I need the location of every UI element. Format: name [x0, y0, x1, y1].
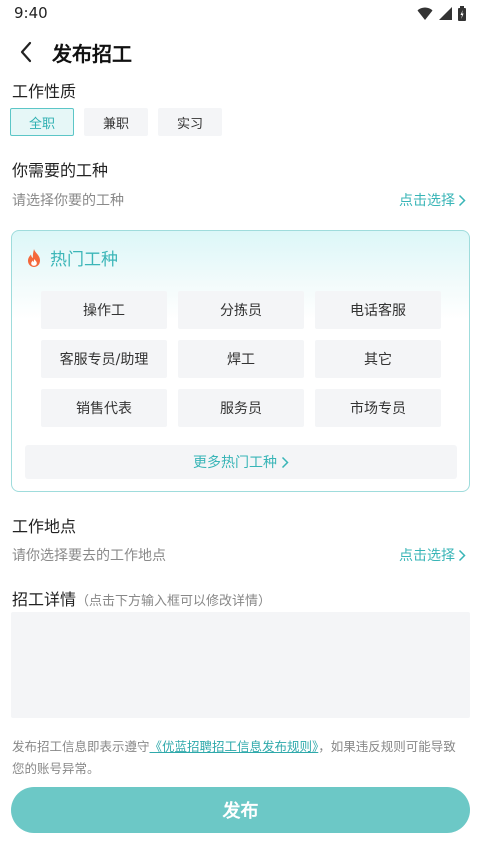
hot-job-chip[interactable]: 客服专员/助理	[41, 340, 167, 378]
more-hot-jobs-label: 更多热门工种	[193, 455, 277, 471]
location-hint: 请你选择要去的工作地点	[12, 548, 166, 564]
agreement-text: 发布招工信息即表示遵守《优蓝招聘招工信息发布规则》，如果违反规则可能导致您的账号…	[12, 736, 468, 780]
fire-icon	[28, 248, 40, 267]
location-pick-link[interactable]: 点击选择	[399, 545, 466, 565]
work-type-fulltime-tab[interactable]: 全职	[10, 108, 74, 136]
hot-job-chip[interactable]: 分拣员	[178, 291, 304, 329]
job-kind-pick-link[interactable]: 点击选择	[399, 190, 466, 210]
details-input[interactable]	[11, 612, 470, 718]
back-button[interactable]	[12, 38, 40, 66]
job-kind-title: 你需要的工种	[12, 161, 109, 180]
status-icons	[417, 6, 466, 21]
chevron-right-icon	[458, 549, 466, 561]
status-time: 9:40	[14, 4, 48, 22]
hot-jobs-grid: 操作工 分拣员 电话客服 客服专员/助理 焊工 其它 销售代表 服务员 市场专员	[41, 291, 441, 427]
hot-job-chip[interactable]: 电话客服	[315, 291, 441, 329]
hot-job-chip[interactable]: 焊工	[178, 340, 304, 378]
hot-jobs-title: 热门工种	[50, 250, 118, 270]
job-kind-pick-label: 点击选择	[399, 193, 455, 209]
chevron-right-icon	[458, 194, 466, 206]
details-header: 招工详情 （点击下方输入框可以修改详情）	[12, 586, 271, 610]
battery-icon	[458, 6, 466, 21]
hot-job-chip[interactable]: 服务员	[178, 389, 304, 427]
location-pick-label: 点击选择	[399, 548, 455, 564]
work-type-tabs: 全职 兼职 实习	[10, 108, 222, 136]
hot-jobs-card: 热门工种 操作工 分拣员 电话客服 客服专员/助理 焊工 其它 销售代表 服务员…	[11, 230, 470, 492]
details-title: 招工详情	[12, 590, 77, 609]
status-bar: 9:40	[0, 0, 480, 28]
hot-job-chip[interactable]: 销售代表	[41, 389, 167, 427]
publish-button[interactable]: 发布	[11, 787, 470, 833]
hot-job-chip[interactable]: 市场专员	[315, 389, 441, 427]
location-title: 工作地点	[12, 517, 77, 536]
work-type-intern-tab[interactable]: 实习	[158, 108, 222, 136]
chevron-left-icon	[20, 41, 32, 63]
page-title: 发布招工	[52, 42, 132, 66]
wifi-icon	[417, 7, 433, 20]
job-kind-hint: 请选择你要的工种	[12, 193, 124, 209]
hot-job-chip[interactable]: 其它	[315, 340, 441, 378]
nav-bar: 发布招工	[0, 30, 480, 74]
rules-link[interactable]: 《优蓝招聘招工信息发布规则》	[150, 739, 319, 754]
work-type-parttime-tab[interactable]: 兼职	[84, 108, 148, 136]
hot-jobs-header: 热门工种	[26, 245, 118, 270]
work-type-title: 工作性质	[12, 82, 77, 101]
chevron-right-icon	[281, 456, 289, 468]
cellular-signal-icon	[439, 7, 452, 20]
agreement-prefix: 发布招工信息即表示遵守	[12, 739, 150, 754]
details-note: （点击下方输入框可以修改详情）	[76, 594, 272, 609]
more-hot-jobs-button[interactable]: 更多热门工种	[25, 445, 457, 479]
hot-job-chip[interactable]: 操作工	[41, 291, 167, 329]
